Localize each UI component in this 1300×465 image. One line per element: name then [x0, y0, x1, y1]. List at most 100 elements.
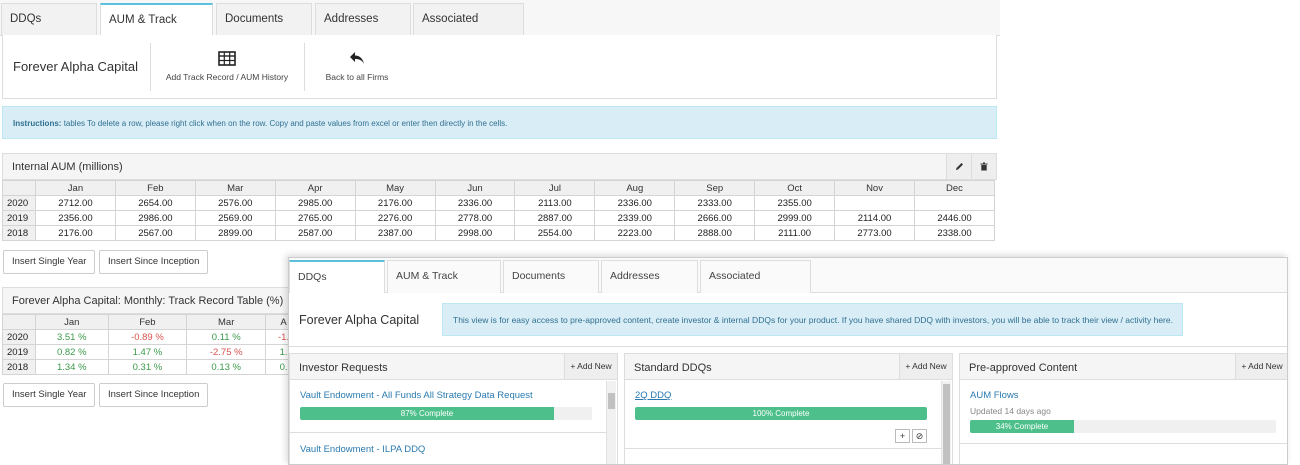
table-cell[interactable]: 2111.00 — [754, 225, 836, 241]
table-cell[interactable]: 2554.00 — [514, 225, 596, 241]
tab-associated-contacts[interactable]: Associated Contacts — [700, 260, 811, 313]
table-cell[interactable]: 2765.00 — [274, 210, 356, 226]
aum-title: Internal AUM (millions) — [12, 161, 123, 173]
divider — [290, 432, 608, 433]
investor-request-link[interactable]: Vault Endowment - ILPA DDQ — [300, 444, 425, 455]
table-cell[interactable]: 2338.00 — [913, 225, 996, 241]
tab-addresses[interactable]: Addresses — [601, 260, 698, 293]
progress-fill: 34% Complete — [970, 420, 1075, 433]
table-row[interactable]: 2019 2356.00 2986.00 2569.00 2765.00 2276.00 2… — [2, 210, 996, 226]
edit-button[interactable] — [946, 154, 971, 179]
table-row[interactable]: 2020 3.51 % -0.89 % 0.11 % -1. — [2, 329, 302, 345]
progress-bar: 34% Complete — [970, 420, 1276, 433]
tab-documents[interactable]: Documents — [503, 260, 599, 293]
table-row[interactable]: 2018 2176.00 2567.00 2899.00 2587.00 2387.00 2… — [2, 225, 996, 241]
add-track-record-button[interactable]: Add Track Record / AUM History — [163, 51, 291, 82]
table-cell[interactable]: 2999.00 — [754, 210, 836, 226]
table-cell[interactable]: 2567.00 — [114, 225, 196, 241]
insert-single-year-button-2[interactable]: Insert Single Year — [3, 383, 96, 407]
table-cell[interactable]: 2773.00 — [834, 225, 915, 241]
table-cell[interactable]: 2113.00 — [514, 195, 596, 211]
table-cell[interactable]: 2176.00 — [354, 195, 436, 211]
table-cell[interactable]: 2333.00 — [674, 195, 756, 211]
tab-documents[interactable]: Documents — [216, 3, 312, 36]
table-cell[interactable] — [913, 195, 996, 211]
track-record-table[interactable]: Jan Feb Mar A 2020 3.51 % -0.89 % 0.11 % -1. 201… — [2, 314, 302, 375]
scrollbar[interactable] — [606, 381, 616, 464]
table-cell[interactable]: 2569.00 — [194, 210, 276, 226]
scrollbar-thumb[interactable] — [943, 384, 950, 464]
table-cell[interactable]: 2223.00 — [594, 225, 676, 241]
table-cell[interactable]: 2666.00 — [674, 210, 756, 226]
column-header-apr: Apr — [274, 180, 356, 196]
table-cell[interactable]: 0.11 % — [186, 329, 267, 345]
aum-table[interactable]: Jan Feb Mar Apr May Jun Jul Aug Sep Oct Nov Dec 202… — [2, 180, 996, 241]
table-cell[interactable]: 2778.00 — [434, 210, 516, 226]
table-cell[interactable]: 2336.00 — [434, 195, 516, 211]
table-cell[interactable]: 2985.00 — [274, 195, 356, 211]
add-new-button[interactable]: + Add New — [564, 354, 617, 379]
tab-bar: DDQs AUM & Track Record Documents Addres… — [289, 258, 1287, 313]
table-cell[interactable]: 2176.00 — [35, 225, 116, 241]
insert-since-inception-button[interactable]: Insert Since Inception — [99, 250, 209, 274]
insert-since-inception-button-2[interactable]: Insert Since Inception — [99, 383, 209, 407]
table-cell[interactable]: 2576.00 — [194, 195, 276, 211]
delete-button[interactable] — [971, 154, 996, 179]
table-cell[interactable]: 2712.00 — [35, 195, 116, 211]
column-header-mar: Mar — [194, 180, 276, 196]
scrollbar-thumb[interactable] — [608, 393, 615, 409]
scrollbar[interactable] — [941, 381, 951, 464]
table-cell[interactable]: 2887.00 — [514, 210, 596, 226]
table-cell[interactable]: 2899.00 — [194, 225, 276, 241]
add-new-button[interactable]: + Add New — [1235, 354, 1287, 379]
tab-associated-contacts[interactable]: Associated Contacts — [413, 3, 524, 56]
table-cell[interactable]: 3.51 % — [35, 329, 109, 345]
table-cell[interactable]: 0.31 % — [107, 359, 188, 375]
table-cell[interactable]: 2356.00 — [35, 210, 116, 226]
table-cell[interactable]: 2276.00 — [354, 210, 436, 226]
table-cell[interactable]: 2387.00 — [354, 225, 436, 241]
info-alert: This view is for easy access to pre-appr… — [442, 303, 1183, 336]
table-row[interactable]: 2018 1.34 % 0.31 % 0.13 % 0. — [2, 359, 302, 375]
table-cell[interactable]: 2336.00 — [594, 195, 676, 211]
table-cell[interactable]: 2446.00 — [913, 210, 996, 226]
add-button[interactable]: + — [895, 429, 910, 443]
table-cell[interactable]: 2998.00 — [434, 225, 516, 241]
table-cell[interactable]: 2355.00 — [754, 195, 836, 211]
tab-addresses[interactable]: Addresses — [315, 3, 411, 36]
progress-fill: 100% Complete — [635, 407, 927, 420]
back-to-firms-button[interactable]: Back to all Firms — [319, 51, 395, 82]
table-cell[interactable]: 2339.00 — [594, 210, 676, 226]
ban-icon[interactable]: ⊘ — [912, 429, 927, 443]
tab-ddqs[interactable]: DDQs — [1, 3, 97, 36]
add-track-record-label: Add Track Record / AUM History — [165, 72, 289, 82]
tab-aum-track-record[interactable]: AUM & Track Record — [100, 3, 213, 57]
table-cell[interactable]: 2654.00 — [114, 195, 196, 211]
table-row[interactable]: 2019 0.82 % 1.47 % -2.75 % 1. — [2, 344, 302, 360]
table-cell[interactable]: 2587.00 — [274, 225, 356, 241]
tab-aum-track-record[interactable]: AUM & Track Record — [387, 260, 501, 313]
table-cell[interactable]: -2.75 % — [186, 344, 267, 360]
table-cell[interactable]: 2986.00 — [114, 210, 196, 226]
instructions-label: Instructions: — [13, 119, 62, 128]
table-cell[interactable]: -0.89 % — [107, 329, 188, 345]
add-new-button[interactable]: + Add New — [899, 354, 952, 379]
standard-ddq-link[interactable]: 2Q DDQ — [635, 390, 671, 401]
column-header-oct: Oct — [754, 180, 836, 196]
progress-bar: 100% Complete — [635, 407, 927, 420]
table-cell[interactable]: 1.34 % — [35, 359, 109, 375]
front-window: DDQs AUM & Track Record Documents Addres… — [288, 257, 1288, 465]
preapproved-content-link[interactable]: AUM Flows — [970, 390, 1019, 401]
firm-name: Forever Alpha Capital — [13, 59, 139, 74]
table-cell[interactable]: 2888.00 — [674, 225, 756, 241]
investor-request-link[interactable]: Vault Endowment - All Funds All Strategy… — [300, 390, 533, 401]
table-cell[interactable] — [834, 195, 915, 211]
aum-panel-header: Internal AUM (millions) — [2, 153, 997, 180]
table-cell[interactable]: 1.47 % — [107, 344, 188, 360]
insert-single-year-button[interactable]: Insert Single Year — [3, 250, 96, 274]
table-row[interactable]: 2020 2712.00 2654.00 2576.00 2985.00 2176.00 2… — [2, 195, 996, 211]
table-cell[interactable]: 0.82 % — [35, 344, 109, 360]
table-cell[interactable]: 2114.00 — [834, 210, 915, 226]
table-cell[interactable]: 0.13 % — [186, 359, 267, 375]
tab-ddqs[interactable]: DDQs — [289, 260, 385, 294]
